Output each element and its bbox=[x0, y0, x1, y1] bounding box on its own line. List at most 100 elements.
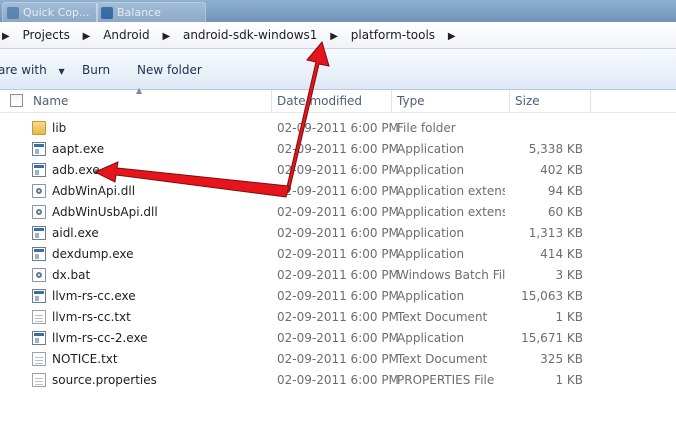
taskbar-strip: Quick Cop... Balance bbox=[0, 0, 676, 22]
text-document-icon bbox=[32, 373, 46, 387]
application-icon bbox=[32, 226, 46, 240]
chevron-right-icon[interactable]: ▶ bbox=[442, 24, 462, 50]
file-date: 02-09-2011 6:00 PM bbox=[277, 268, 399, 282]
file-row[interactable]: llvm-rs-cc-2.exe 02-09-2011 6:00 PM Appl… bbox=[0, 328, 676, 349]
file-name: dx.bat bbox=[52, 268, 91, 282]
file-size: 402 KB bbox=[540, 163, 583, 177]
column-header-type[interactable]: Type bbox=[397, 90, 425, 112]
file-size: 325 KB bbox=[540, 352, 583, 366]
file-row[interactable]: aapt.exe 02-09-2011 6:00 PM Application … bbox=[0, 139, 676, 160]
chevron-right-icon[interactable]: ▶ bbox=[324, 24, 344, 50]
file-row[interactable]: adb.exe 02-09-2011 6:00 PM Application 4… bbox=[0, 160, 676, 181]
app-icon bbox=[101, 7, 113, 19]
application-icon bbox=[32, 142, 46, 156]
file-name: source.properties bbox=[52, 373, 157, 387]
file-date: 02-09-2011 6:00 PM bbox=[277, 373, 399, 387]
file-row[interactable]: AdbWinUsbApi.dll 02-09-2011 6:00 PM Appl… bbox=[0, 202, 676, 223]
file-size: 1,313 KB bbox=[528, 226, 583, 240]
new-folder-button[interactable]: New folder bbox=[137, 59, 202, 81]
file-date: 02-09-2011 6:00 PM bbox=[277, 142, 399, 156]
file-date: 02-09-2011 6:00 PM bbox=[277, 247, 399, 261]
file-size: 414 KB bbox=[540, 247, 583, 261]
app-icon bbox=[7, 7, 19, 19]
text-document-icon bbox=[32, 310, 46, 324]
file-row[interactable]: llvm-rs-cc.exe 02-09-2011 6:00 PM Applic… bbox=[0, 286, 676, 307]
column-divider[interactable] bbox=[590, 90, 591, 112]
address-bar[interactable]: ▶ Projects ▶ Android ▶ android-sdk-windo… bbox=[0, 22, 676, 49]
file-type: Application extens... bbox=[397, 205, 505, 219]
file-name: llvm-rs-cc.txt bbox=[52, 310, 131, 324]
file-type: Application bbox=[397, 289, 465, 303]
folder-icon bbox=[32, 121, 46, 135]
file-name: aapt.exe bbox=[52, 142, 105, 156]
breadcrumb-android-sdk-windows1[interactable]: android-sdk-windows1 bbox=[180, 22, 320, 48]
breadcrumb-projects[interactable]: Projects bbox=[20, 22, 73, 48]
file-name: dexdump.exe bbox=[52, 247, 134, 261]
breadcrumb-android[interactable]: Android bbox=[100, 22, 152, 48]
breadcrumb-platform-tools[interactable]: platform-tools bbox=[348, 22, 438, 48]
share-with-button[interactable]: are with ▼ bbox=[0, 59, 65, 81]
file-row[interactable]: aidl.exe 02-09-2011 6:00 PM Application … bbox=[0, 223, 676, 244]
file-type: Application bbox=[397, 142, 465, 156]
file-name: AdbWinUsbApi.dll bbox=[52, 205, 158, 219]
file-type: Windows Batch File bbox=[397, 268, 505, 282]
select-all-checkbox[interactable] bbox=[10, 94, 23, 107]
chevron-right-icon[interactable]: ▶ bbox=[77, 24, 97, 50]
file-type: PROPERTIES File bbox=[397, 373, 495, 387]
file-name: llvm-rs-cc-2.exe bbox=[52, 331, 148, 345]
application-icon bbox=[32, 247, 46, 261]
file-name: llvm-rs-cc.exe bbox=[52, 289, 136, 303]
file-type: Text Document bbox=[397, 310, 488, 324]
file-type: File folder bbox=[397, 121, 456, 135]
file-date: 02-09-2011 6:00 PM bbox=[277, 310, 399, 324]
taskbar-tab-label: Balance bbox=[117, 6, 161, 19]
application-icon bbox=[32, 331, 46, 345]
chevron-right-icon[interactable]: ▶ bbox=[0, 24, 16, 50]
application-icon bbox=[32, 289, 46, 303]
file-size: 15,671 KB bbox=[521, 331, 583, 345]
file-row[interactable]: lib 02-09-2011 6:00 PM File folder bbox=[0, 118, 676, 139]
file-type: Application bbox=[397, 247, 465, 261]
file-date: 02-09-2011 6:00 PM bbox=[277, 205, 399, 219]
file-size: 1 KB bbox=[555, 310, 583, 324]
dll-icon bbox=[32, 205, 46, 219]
share-with-label: are with bbox=[0, 63, 47, 77]
column-header-size[interactable]: Size bbox=[515, 90, 540, 112]
file-date: 02-09-2011 6:00 PM bbox=[277, 121, 399, 135]
chevron-right-icon[interactable]: ▶ bbox=[156, 24, 176, 50]
column-divider[interactable] bbox=[509, 90, 510, 112]
file-row[interactable]: dexdump.exe 02-09-2011 6:00 PM Applicati… bbox=[0, 244, 676, 265]
file-date: 02-09-2011 6:00 PM bbox=[277, 352, 399, 366]
file-name: aidl.exe bbox=[52, 226, 99, 240]
taskbar-tab[interactable]: Balance bbox=[96, 2, 206, 22]
column-headers: ▲ Name Date modified Type Size bbox=[0, 86, 676, 113]
file-size: 1 KB bbox=[555, 373, 583, 387]
column-header-name[interactable]: Name bbox=[33, 90, 68, 112]
column-header-date[interactable]: Date modified bbox=[277, 90, 362, 112]
breadcrumb: ▶ Projects ▶ Android ▶ android-sdk-windo… bbox=[0, 22, 462, 48]
file-date: 02-09-2011 6:00 PM bbox=[277, 331, 399, 345]
text-document-icon bbox=[32, 352, 46, 366]
command-toolbar: are with ▼ Burn New folder bbox=[0, 49, 676, 90]
taskbar-tab[interactable]: Quick Cop... bbox=[2, 2, 98, 22]
file-row[interactable]: dx.bat 02-09-2011 6:00 PM Windows Batch … bbox=[0, 265, 676, 286]
file-size: 5,338 KB bbox=[528, 142, 583, 156]
batch-file-icon bbox=[32, 268, 46, 282]
column-divider[interactable] bbox=[391, 90, 392, 112]
file-row[interactable]: AdbWinApi.dll 02-09-2011 6:00 PM Applica… bbox=[0, 181, 676, 202]
file-size: 15,063 KB bbox=[521, 289, 583, 303]
file-name: adb.exe bbox=[52, 163, 100, 177]
file-row[interactable]: NOTICE.txt 02-09-2011 6:00 PM Text Docum… bbox=[0, 349, 676, 370]
file-name: AdbWinApi.dll bbox=[52, 184, 136, 198]
file-name: lib bbox=[52, 121, 67, 135]
burn-button[interactable]: Burn bbox=[82, 59, 110, 81]
column-divider[interactable] bbox=[271, 90, 272, 112]
file-type: Application bbox=[397, 331, 465, 345]
file-type: Application bbox=[397, 226, 465, 240]
file-size: 3 KB bbox=[555, 268, 583, 282]
file-list: lib 02-09-2011 6:00 PM File folder aapt.… bbox=[0, 118, 676, 391]
file-row[interactable]: llvm-rs-cc.txt 02-09-2011 6:00 PM Text D… bbox=[0, 307, 676, 328]
file-size: 60 KB bbox=[547, 205, 583, 219]
file-date: 02-09-2011 6:00 PM bbox=[277, 289, 399, 303]
file-row[interactable]: source.properties 02-09-2011 6:00 PM PRO… bbox=[0, 370, 676, 391]
